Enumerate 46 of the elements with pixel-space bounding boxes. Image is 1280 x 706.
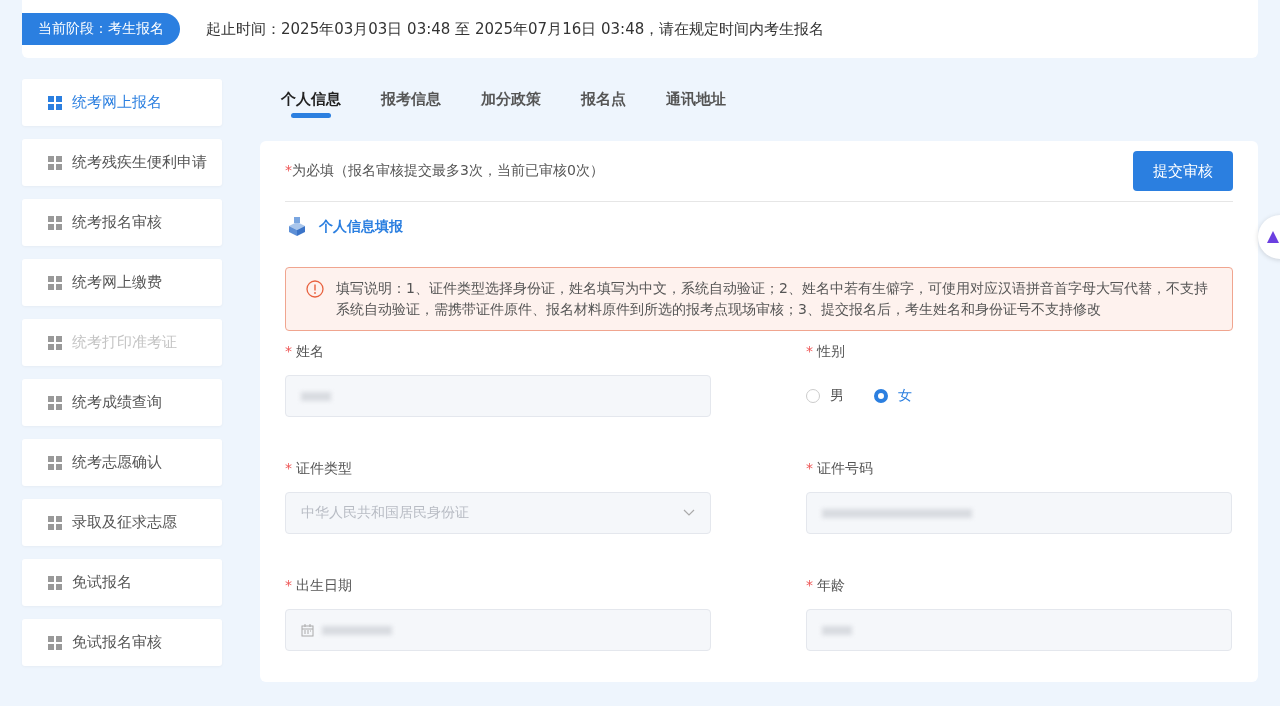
tab[interactable]: 加分政策 bbox=[481, 79, 541, 118]
radio-option[interactable]: 女 bbox=[874, 387, 912, 405]
period-text: 起止时间：2025年03月03日 03:48 至 2025年07月16日 03:48，请在规定时间内考生报名 bbox=[206, 19, 825, 39]
input-field[interactable] bbox=[806, 609, 1232, 651]
chevron-down-icon bbox=[683, 509, 695, 517]
stage-badge: 当前阶段：考生报名 bbox=[22, 13, 180, 45]
field-label: * 证件类型 bbox=[285, 460, 354, 478]
notice-text: 填写说明：1、证件类型选择身份证，姓名填写为中文，系统自动验证；2、姓名中若有生僻字，可使用对应汉语拼音首字母大写代替，不支持系统自动验证，需携带证件原件、报名材料原件到所选的报考点现场审核；3、提交报名后，考生姓名和身份证号不支持修改 bbox=[336, 279, 1209, 319]
input-field[interactable] bbox=[285, 375, 711, 417]
triangle-icon bbox=[1266, 230, 1280, 244]
sidebar-item[interactable]: 统考残疾生便利申请 bbox=[22, 139, 222, 186]
field-label: * 出生日期 bbox=[285, 577, 354, 595]
grid-icon bbox=[48, 395, 62, 410]
input-field[interactable] bbox=[806, 492, 1232, 534]
field-label: * 证件号码 bbox=[806, 460, 875, 478]
sidebar-item[interactable]: 免试报名审核 bbox=[22, 619, 222, 666]
radio-option[interactable]: 男 bbox=[806, 387, 844, 405]
grid-icon bbox=[48, 335, 62, 350]
warning-icon bbox=[306, 280, 324, 298]
sidebar-item[interactable]: 统考网上缴费 bbox=[22, 259, 222, 306]
field-label: * 年龄 bbox=[806, 577, 847, 595]
sidebar-item[interactable]: 免试报名 bbox=[22, 559, 222, 606]
date-field[interactable] bbox=[285, 609, 711, 651]
tab[interactable]: 个人信息 bbox=[281, 79, 341, 118]
grid-icon bbox=[48, 455, 62, 470]
sidebar-item[interactable]: 统考志愿确认 bbox=[22, 439, 222, 486]
grid-icon bbox=[48, 215, 62, 230]
grid-icon bbox=[48, 515, 62, 530]
sidebar-item[interactable]: 统考成绩查询 bbox=[22, 379, 222, 426]
grid-icon bbox=[48, 635, 62, 650]
tab[interactable]: 报名点 bbox=[581, 79, 626, 118]
calendar-icon bbox=[301, 623, 314, 637]
submit-button[interactable]: 提交审核 bbox=[1133, 151, 1233, 191]
field-label: * 性别 bbox=[806, 343, 847, 361]
sidebar-item[interactable]: 统考网上报名 bbox=[22, 79, 222, 126]
grid-icon bbox=[48, 575, 62, 590]
grid-icon bbox=[48, 275, 62, 290]
grid-icon bbox=[48, 95, 62, 110]
tab[interactable]: 通讯地址 bbox=[666, 79, 726, 118]
required-note: *为必填（报名审核提交最多3次，当前已审核0次） bbox=[285, 162, 604, 180]
tab[interactable]: 报考信息 bbox=[381, 79, 441, 118]
sidebar-item[interactable]: 统考报名审核 bbox=[22, 199, 222, 246]
section-title: 个人信息填报 bbox=[319, 218, 403, 236]
grid-icon bbox=[48, 155, 62, 170]
field-label: * 姓名 bbox=[285, 343, 326, 361]
sidebar-item[interactable]: 录取及征求志愿 bbox=[22, 499, 222, 546]
